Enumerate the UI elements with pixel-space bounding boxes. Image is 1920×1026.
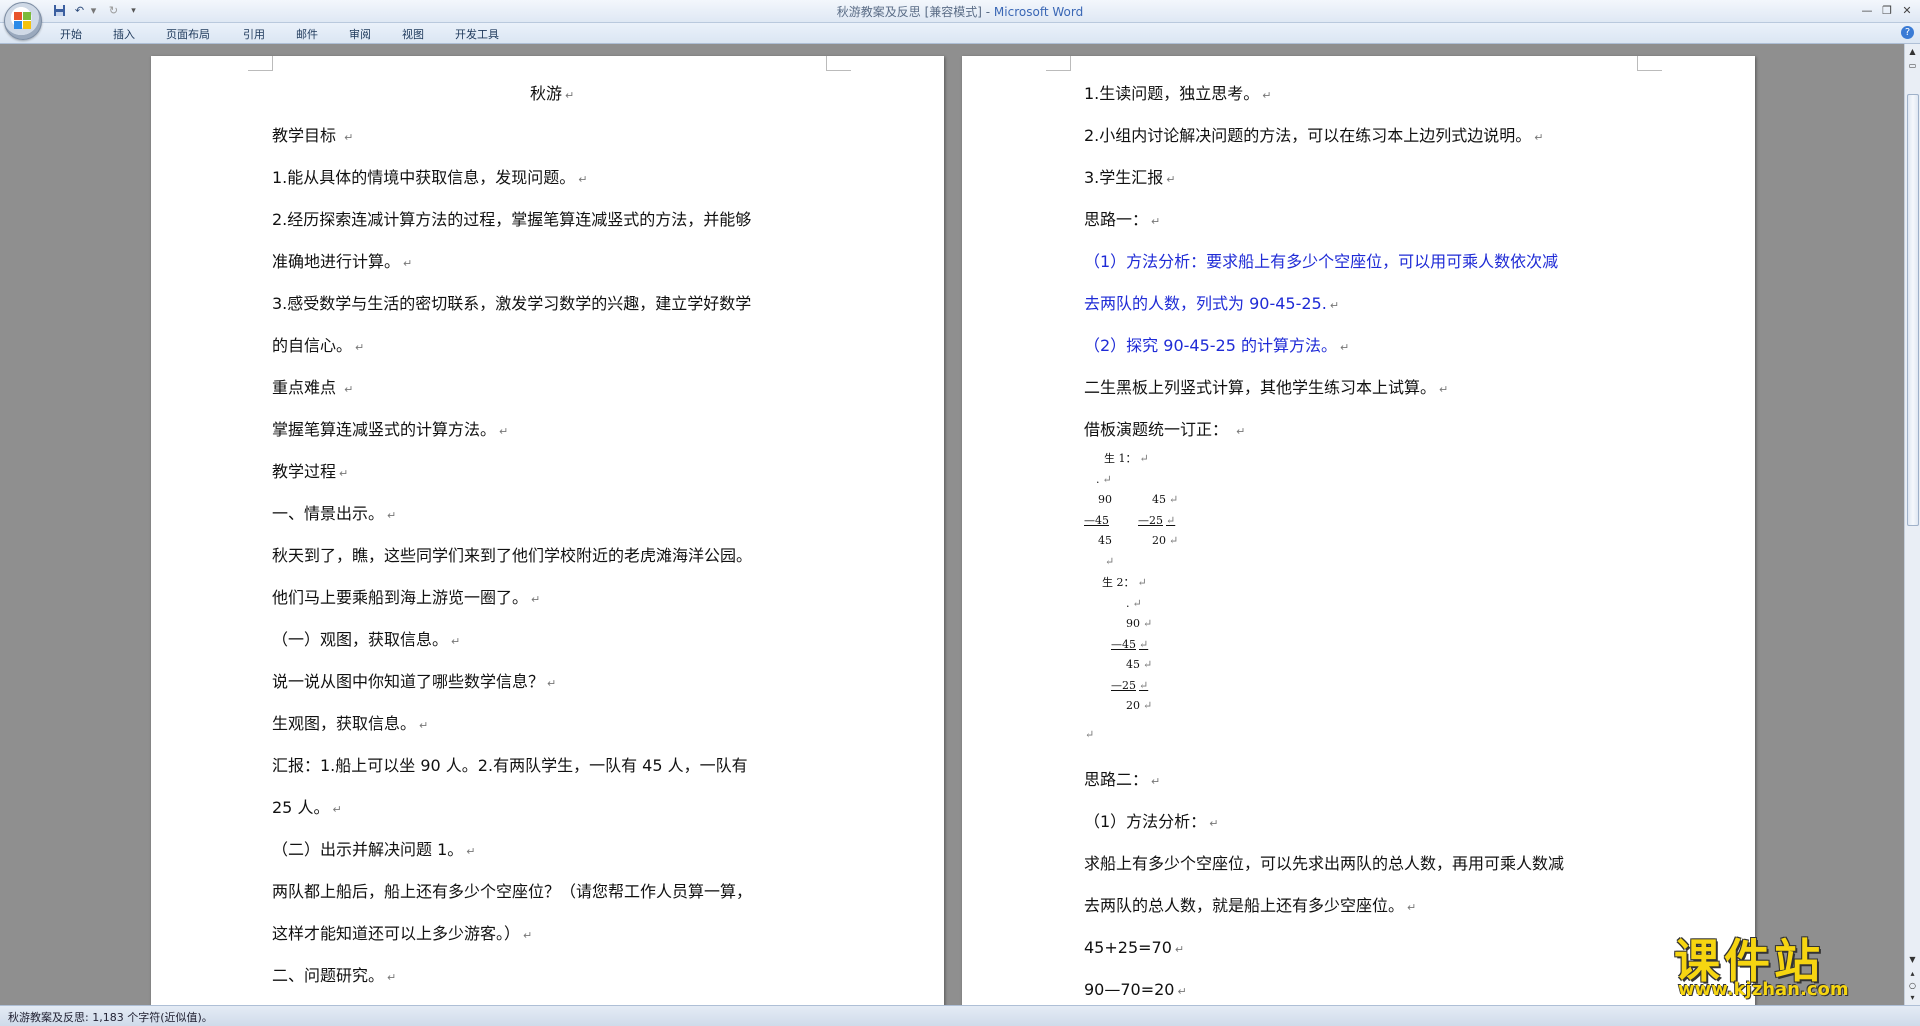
paragraph: 两队都上船后，船上还有多少个空座位？（请您帮工作人员算一算，	[272, 882, 753, 901]
document-workspace[interactable]: 秋游 ↵ 教学目标 ↵ 1.能从具体的情境中获取信息，发现问题。 ↵ 2.经历探索连…	[0, 44, 1905, 1005]
scroll-down-icon[interactable]: ▼	[1907, 954, 1918, 965]
calc-value: 20 ↵	[1152, 534, 1179, 547]
calc-value: —45 ↵	[1111, 638, 1149, 651]
margin-corner-mark	[1637, 56, 1662, 71]
paragraph: （一）观图，获取信息。 ↵	[272, 630, 461, 649]
paragraph: 1.能从具体的情境中获取信息，发现问题。 ↵	[272, 168, 588, 187]
calc-dot: . ↵	[1096, 473, 1112, 486]
document-title-text: 秋游 ↵	[530, 84, 575, 103]
paragraph: 这样才能知道还可以上多少游客。） ↵	[272, 924, 533, 943]
paragraph: 求船上有多少个空座位，可以先求出两队的总人数，再用可乘人数减	[1084, 854, 1565, 873]
paragraph: 教学过程 ↵	[272, 462, 349, 481]
page-right[interactable]: 1.生读问题，独立思考。 ↵ 2.小组内讨论解决问题的方法，可以在练习本上边列式边…	[962, 56, 1755, 1005]
calc-value: 20 ↵	[1126, 699, 1153, 712]
margin-corner-mark	[1046, 56, 1071, 71]
margin-corner-mark	[248, 56, 273, 71]
paragraph: 一、情景出示。 ↵	[272, 504, 397, 523]
paragraph: 准确地进行计算。 ↵	[272, 252, 413, 271]
paragraph: 掌握笔算连减竖式的计算方法。 ↵	[272, 420, 509, 439]
paragraph: 教学目标 ↵	[272, 126, 354, 145]
calc-dot: . ↵	[1126, 597, 1142, 610]
paragraph: 重点难点 ↵	[272, 378, 354, 397]
paragraph: 3.感受数学与生活的密切联系，激发学习数学的兴趣，建立学好数学	[272, 294, 752, 313]
paragraph: 25 人。 ↵	[272, 798, 342, 817]
document-title: 秋游教案及反思 [兼容模式] -	[836, 5, 994, 19]
calc-label: 生 2： ↵	[1102, 576, 1147, 589]
paragraph: 思路二： ↵	[1084, 770, 1161, 789]
tab-insert[interactable]: 插入	[113, 26, 135, 42]
calc-blank: ↵	[1085, 728, 1095, 741]
paragraph: （1）方法分析： ↵	[1084, 812, 1219, 831]
status-text: 秋游教案及反思: 1,183 个字符(近似值)。	[8, 1011, 213, 1024]
tab-references[interactable]: 引用	[243, 26, 265, 42]
ribbon-tabs: 开始 插入 页面布局 引用 邮件 审阅 视图 开发工具 ?	[0, 23, 1920, 44]
previous-page-icon[interactable]: ▴	[1907, 968, 1918, 979]
paragraph: 二、问题研究。 ↵	[272, 966, 397, 985]
paragraph: 1.生读问题，独立思考。 ↵	[1084, 84, 1272, 103]
calc-blank: ↵	[1105, 555, 1115, 568]
browse-object-icon[interactable]: ○	[1907, 980, 1918, 991]
calc-value: 90	[1098, 493, 1112, 506]
paragraph: 秋天到了，瞧，这些同学们来到了他们学校附近的老虎滩海洋公园。	[272, 546, 753, 565]
tab-review[interactable]: 审阅	[349, 26, 371, 42]
title-bar: ↶ ▾ ↻ ▾ 秋游教案及反思 [兼容模式] - Microsoft Word …	[0, 0, 1920, 23]
close-icon[interactable]: ✕	[1898, 2, 1916, 18]
paragraph: 思路一： ↵	[1084, 210, 1161, 229]
status-bar: 秋游教案及反思: 1,183 个字符(近似值)。	[0, 1005, 1920, 1026]
paragraph: 二生黑板上列竖式计算，其他学生练习本上试算。 ↵	[1084, 378, 1449, 397]
scroll-thumb[interactable]	[1907, 94, 1919, 526]
tab-layout[interactable]: 页面布局	[166, 26, 210, 42]
app-name: Microsoft Word	[993, 5, 1084, 19]
margin-corner-mark	[826, 56, 851, 71]
tab-home[interactable]: 开始	[60, 26, 82, 42]
watermark-url: www.kjzhan.com	[1678, 979, 1849, 1000]
paragraph: （二）出示并解决问题 1。 ↵	[272, 840, 476, 859]
restore-icon[interactable]: ❐	[1878, 2, 1896, 18]
calc-value: 45	[1098, 534, 1112, 547]
paragraph: 45+25=70 ↵	[1084, 938, 1185, 957]
tab-developer[interactable]: 开发工具	[455, 26, 499, 42]
vertical-scrollbar[interactable]: ▲ ▭ ▼ ▴ ○ ▾	[1904, 44, 1920, 1005]
watermark-logo: 课件站 www.kjzhan.com	[1668, 925, 1908, 1003]
calc-value: 90 ↵	[1126, 617, 1153, 630]
paragraph: 3.学生汇报 ↵	[1084, 168, 1176, 187]
page-left[interactable]: 秋游 ↵ 教学目标 ↵ 1.能从具体的情境中获取信息，发现问题。 ↵ 2.经历探索连…	[151, 56, 944, 1005]
minimize-icon[interactable]: —	[1858, 2, 1876, 18]
calc-value: —25 ↵	[1138, 514, 1176, 527]
paragraph: 借板演题统一订正： ↵	[1084, 420, 1246, 439]
ruler-toggle-icon[interactable]: ▭	[1907, 60, 1918, 71]
paragraph: 说一说从图中你知道了哪些数学信息？ ↵	[272, 672, 557, 691]
scroll-up-icon[interactable]: ▲	[1907, 46, 1918, 57]
paragraph: 他们马上要乘船到海上游览一圈了。 ↵	[272, 588, 541, 607]
paragraph: 汇报：1.船上可以坐 90 人。2.有两队学生，一队有 45 人，一队有	[272, 756, 748, 775]
paragraph: 2.经历探索连减计算方法的过程，掌握笔算连减竖式的方法，并能够	[272, 210, 752, 229]
calc-value: 45 ↵	[1126, 658, 1153, 671]
help-icon[interactable]: ?	[1901, 26, 1914, 39]
paragraph: 90—70=20 ↵	[1084, 980, 1187, 999]
paragraph-highlighted: （1）方法分析：要求船上有多少个空座位，可以用可乘人数依次减	[1084, 252, 1559, 271]
paragraph-highlighted: （2）探究 90-45-25 的计算方法。 ↵	[1084, 336, 1350, 355]
window-title: 秋游教案及反思 [兼容模式] - Microsoft Word	[0, 3, 1920, 20]
tab-mailings[interactable]: 邮件	[296, 26, 318, 42]
next-page-icon[interactable]: ▾	[1907, 992, 1918, 1003]
paragraph-highlighted: 去两队的人数，列式为 90-45-25. ↵	[1084, 294, 1340, 313]
paragraph: 去两队的总人数，就是船上还有多少空座位。 ↵	[1084, 896, 1417, 915]
paragraph: 生观图，获取信息。 ↵	[272, 714, 429, 733]
calc-value: —45	[1084, 514, 1109, 527]
paragraph: 2.小组内讨论解决问题的方法，可以在练习本上边列式边说明。 ↵	[1084, 126, 1544, 145]
tab-view[interactable]: 视图	[402, 26, 424, 42]
office-button[interactable]	[4, 2, 42, 40]
calc-value: 45 ↵	[1152, 493, 1179, 506]
calc-label: 生 1： ↵	[1104, 452, 1149, 465]
office-logo-icon	[14, 12, 32, 30]
paragraph: 的自信心。 ↵	[272, 336, 365, 355]
calc-value: —25 ↵	[1111, 679, 1149, 692]
